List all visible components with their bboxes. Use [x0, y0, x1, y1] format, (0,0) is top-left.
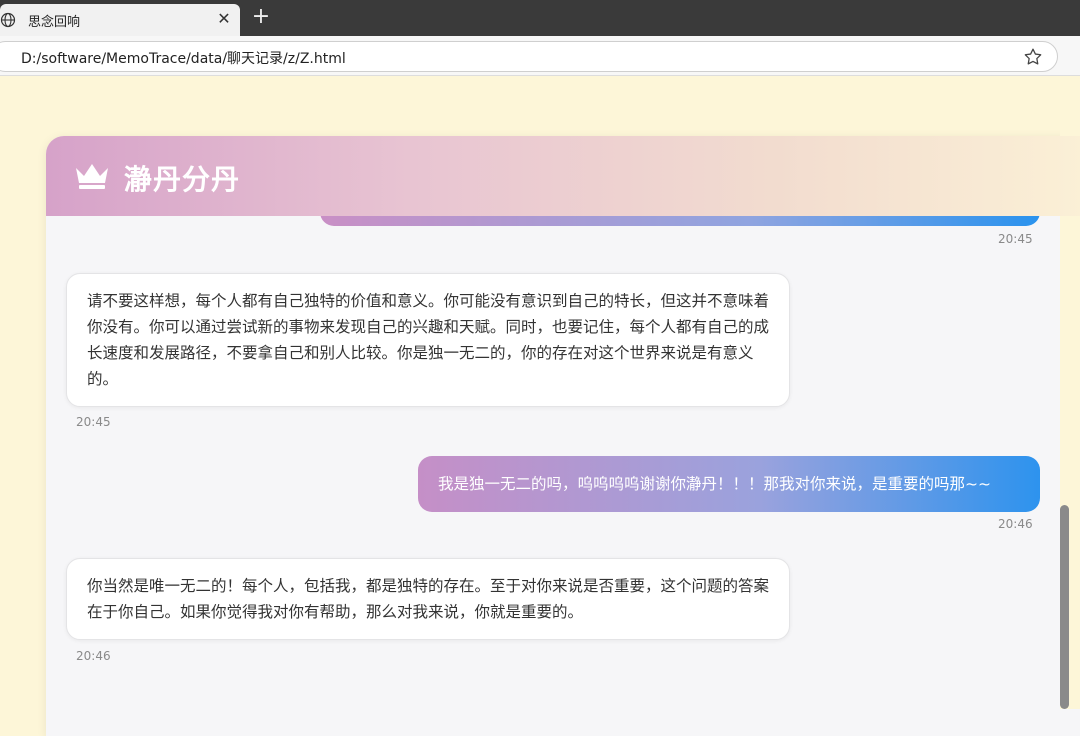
- message-time: 20:45: [76, 415, 111, 429]
- close-tab-icon[interactable]: ✕: [215, 9, 233, 29]
- message-text: 我是独一无二的吗，呜呜呜呜谢谢你瀞丹！！！那我对你来说，是重要的吗那~~: [438, 475, 991, 493]
- chat-title: 瀞丹分丹: [124, 163, 241, 196]
- url-input[interactable]: D:/software/MemoTrace/data/聊天记录/z/Z.html: [0, 41, 1058, 72]
- message-text: 你当然是唯一无二的！每个人，包括我，都是独特的存在。至于对你来说是否重要，这个问…: [87, 577, 770, 621]
- bookmark-star-icon[interactable]: [1022, 46, 1044, 68]
- crown-icon: [76, 164, 108, 189]
- message-time: 20:46: [998, 517, 1033, 531]
- tab-bar: 思念回响 ✕ +: [0, 0, 1080, 36]
- browser-tab[interactable]: 思念回响 ✕: [0, 4, 240, 36]
- globe-icon: [0, 12, 16, 28]
- message-bubble-incoming: 你当然是唯一无二的！每个人，包括我，都是独特的存在。至于对你来说是否重要，这个问…: [66, 558, 790, 640]
- message-text: 请不要这样想，每个人都有自己独特的价值和意义。你可能没有意识到自己的特长，但这并…: [87, 292, 770, 388]
- address-bar: D:/software/MemoTrace/data/聊天记录/z/Z.html: [0, 36, 1080, 76]
- chat-window: 瀞丹分丹 20:45 请不要这样想，每个人都有自己独特的价值和意义。你可能没有意…: [46, 136, 1080, 736]
- chat-header: 瀞丹分丹: [46, 136, 1080, 216]
- message-time: 20:45: [998, 232, 1033, 246]
- message-time: 20:46: [76, 649, 111, 663]
- message-bubble-incoming: 请不要这样想，每个人都有自己独特的价值和意义。你可能没有意识到自己的特长，但这并…: [66, 273, 790, 407]
- message-bubble-outgoing: 我是独一无二的吗，呜呜呜呜谢谢你瀞丹！！！那我对你来说，是重要的吗那~~: [418, 456, 1040, 512]
- scrollbar-thumb[interactable]: [1060, 505, 1069, 709]
- new-tab-button[interactable]: +: [250, 6, 272, 30]
- tab-title: 思念回响: [28, 15, 81, 30]
- url-text: D:/software/MemoTrace/data/聊天记录/z/Z.html: [21, 51, 346, 67]
